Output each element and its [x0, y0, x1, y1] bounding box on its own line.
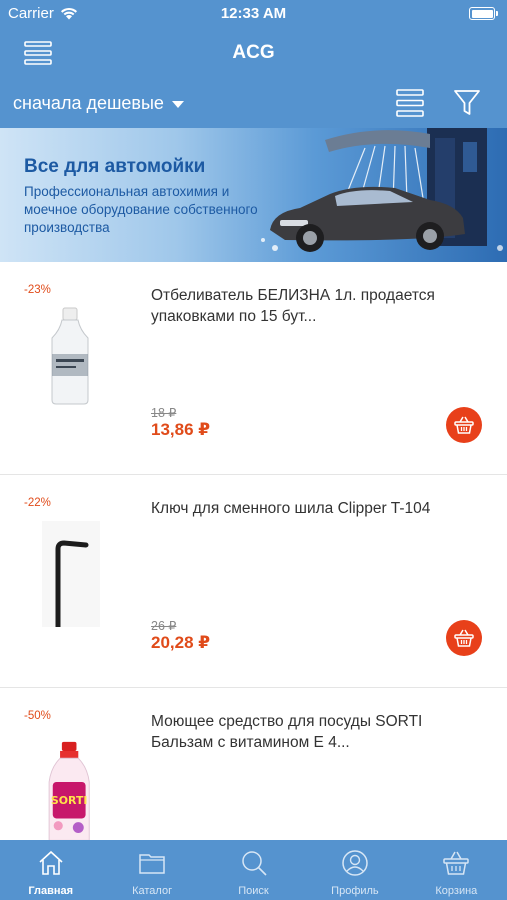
sort-dropdown[interactable]: сначала дешевые	[13, 93, 184, 114]
tab-bar: Главная Каталог Поиск Профиль Корзина	[0, 840, 507, 900]
tab-catalog[interactable]: Каталог	[101, 840, 202, 900]
banner-text: Профессиональная автохимия и моечное обо…	[24, 184, 258, 235]
add-to-cart-button[interactable]	[446, 407, 482, 443]
tab-label: Каталог	[132, 885, 173, 897]
product-image-hex-key	[42, 521, 100, 627]
discount-badge: -23%	[24, 284, 51, 296]
tab-label: Профиль	[331, 885, 379, 897]
tab-profile[interactable]: Профиль	[304, 840, 405, 900]
discount-badge: -22%	[24, 497, 51, 509]
product-price: 20,28 ₽	[151, 633, 211, 652]
user-icon	[342, 850, 368, 876]
banner-title: Все для автомойки	[24, 156, 206, 177]
discount-badge: -50%	[24, 710, 51, 722]
tab-home[interactable]: Главная	[0, 840, 101, 900]
product-price: 13,86 ₽	[151, 420, 211, 439]
add-to-cart-button[interactable]	[446, 620, 482, 656]
product-card[interactable]: -22% Ключ для сменного шила Clipper T-10…	[0, 475, 507, 688]
product-name[interactable]: Ключ для сменного шила Clipper T-104	[151, 498, 471, 519]
product-image-detergent-bottle: SORTI	[48, 741, 90, 841]
battery-icon	[469, 7, 498, 20]
tab-search[interactable]: Поиск	[203, 840, 304, 900]
sort-bar: сначала дешевые	[0, 78, 507, 128]
home-icon	[39, 850, 63, 875]
product-image-bottle	[51, 307, 89, 405]
svg-text:SORTI: SORTI	[51, 794, 88, 807]
basket-icon	[454, 416, 474, 434]
nav-bar: ACG	[0, 28, 507, 78]
status-time: 12:33 AM	[220, 5, 287, 22]
search-icon	[241, 851, 267, 876]
basket-icon	[443, 851, 470, 875]
tab-label: Поиск	[238, 885, 269, 897]
tab-label: Корзина	[435, 885, 478, 897]
status-bar: Carrier 12:33 AM	[0, 0, 507, 28]
old-price: 26 ₽	[151, 619, 177, 633]
product-card[interactable]: -23% Отбеливатель БЕЛИЗНА 1л. продается …	[0, 262, 507, 475]
product-name[interactable]: Отбеливатель БЕЛИЗНА 1л. продается упако…	[151, 285, 471, 327]
basket-icon	[454, 629, 474, 647]
folder-icon	[139, 854, 165, 874]
tab-label: Главная	[28, 885, 74, 897]
page-title: ACG	[232, 42, 275, 63]
hamburger-menu-icon[interactable]	[24, 40, 54, 66]
tab-cart[interactable]: Корзина	[406, 840, 507, 900]
list-view-icon[interactable]	[394, 88, 426, 118]
old-price: 18 ₽	[151, 406, 177, 420]
product-name[interactable]: Моющее средство для посуды SORTI Бальзам…	[151, 711, 471, 753]
chevron-down-icon	[171, 101, 184, 108]
promo-banner[interactable]: Все для автомойки Профессиональная автох…	[0, 128, 507, 262]
sort-label: сначала дешевые	[13, 93, 164, 113]
filter-icon[interactable]	[452, 88, 482, 118]
car-wash-illustration	[261, 128, 503, 252]
